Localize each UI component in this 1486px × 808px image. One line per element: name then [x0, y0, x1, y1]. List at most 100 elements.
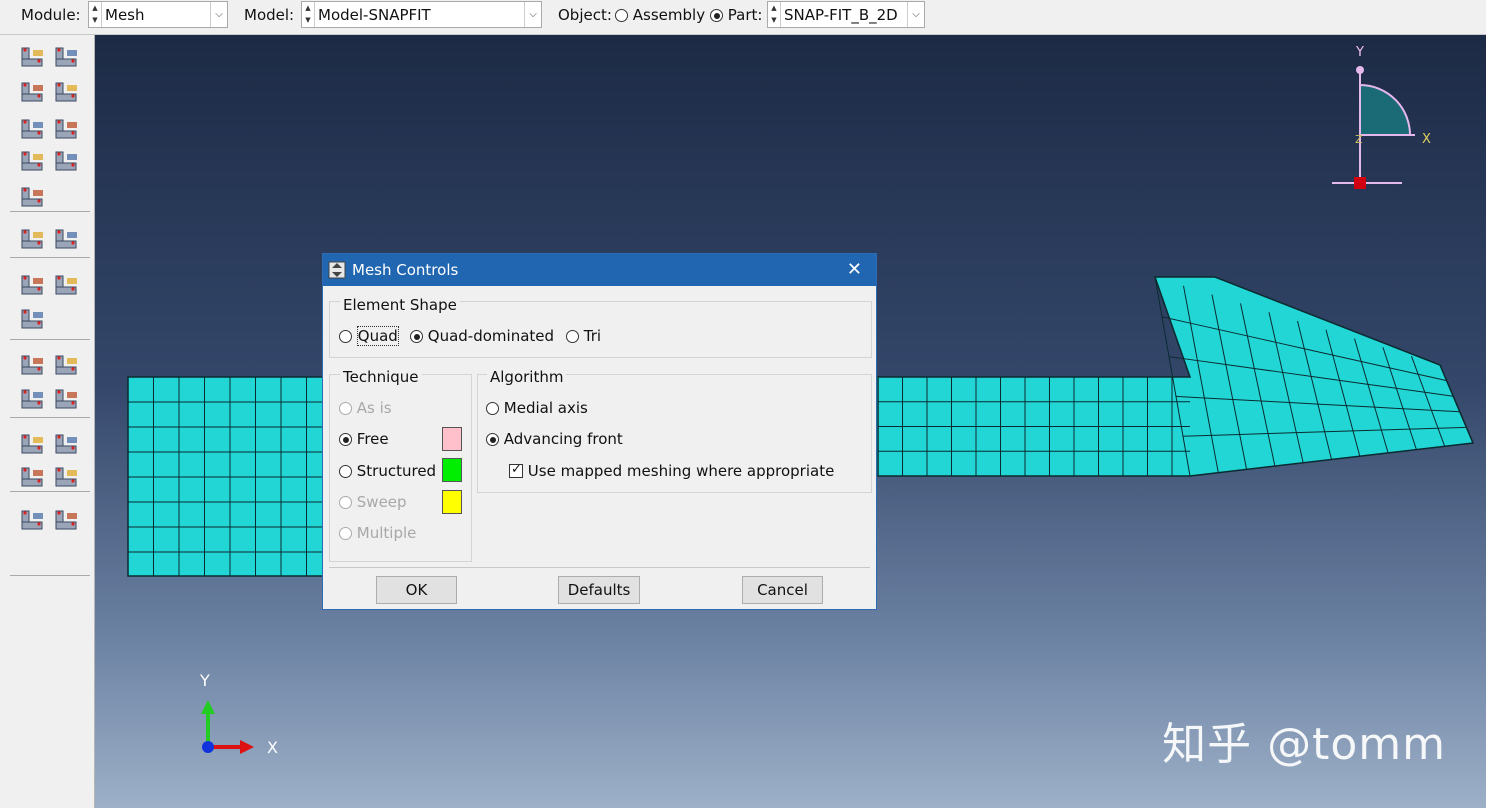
- datum-axis-icon[interactable]: [18, 430, 48, 458]
- partition-cell-icon[interactable]: [18, 385, 48, 413]
- radio-icon[interactable]: [339, 465, 352, 478]
- radio-icon[interactable]: [710, 9, 723, 22]
- module-combo[interactable]: ▲ ▼ Mesh ⌵: [88, 1, 228, 28]
- mesh-toolbox: [0, 35, 95, 808]
- shape-quad-dominated-label: Quad-dominated: [427, 327, 555, 345]
- virtual-topology-icon[interactable]: [18, 463, 48, 491]
- seed-part-icon[interactable]: [18, 43, 48, 71]
- advancing-front-label: Advancing front: [503, 430, 623, 448]
- edit-mesh-icon[interactable]: [18, 305, 48, 333]
- shape-quad-label: Quad: [356, 326, 399, 346]
- element-shape-label: Element Shape: [340, 296, 460, 314]
- seed-edge-icon[interactable]: [52, 43, 82, 71]
- assembly-label: Assembly: [632, 6, 706, 24]
- object-assembly-radio[interactable]: Assembly: [615, 6, 705, 24]
- technique-free-radio[interactable]: Free: [339, 430, 389, 448]
- toolbox-separator: [10, 575, 90, 576]
- shape-tri-label: Tri: [583, 327, 602, 345]
- cancel-button[interactable]: Cancel: [742, 576, 823, 604]
- medial-axis-label: Medial axis: [503, 399, 588, 417]
- query-table-icon[interactable]: [52, 225, 82, 253]
- radio-icon[interactable]: [339, 496, 352, 509]
- spin-icon[interactable]: ▲ ▼: [768, 2, 781, 27]
- model-label: Model:: [244, 6, 295, 24]
- radio-icon[interactable]: [566, 330, 579, 343]
- delete-seeds-icon[interactable]: [18, 271, 48, 299]
- chevron-down-icon[interactable]: ⌵: [524, 2, 541, 27]
- algorithm-medial-axis-radio[interactable]: Medial axis: [486, 399, 588, 417]
- mesh-controls-icon[interactable]: [18, 183, 48, 211]
- module-label: Module:: [21, 6, 81, 24]
- partition-face-icon[interactable]: [52, 351, 82, 379]
- repair-icon[interactable]: [18, 506, 48, 534]
- assign-element-type-icon[interactable]: [18, 115, 48, 143]
- sweep-label: Sweep: [356, 493, 407, 511]
- copy-mesh-icon[interactable]: [18, 225, 48, 253]
- spin-icon[interactable]: ▲ ▼: [302, 2, 315, 27]
- structured-color-swatch: [442, 458, 462, 482]
- toolbox-separator: [10, 339, 90, 340]
- verify-mesh-icon[interactable]: [52, 115, 82, 143]
- shape-quad-radio[interactable]: Quad: [339, 326, 399, 346]
- global-triad-y-label: Y: [199, 671, 210, 690]
- multiple-label: Multiple: [356, 524, 417, 542]
- global-triad: Y X: [199, 671, 278, 757]
- radio-icon[interactable]: [339, 330, 352, 343]
- part-combo[interactable]: ▲ ▼ SNAP-FIT_B_2D ⌵: [767, 1, 925, 28]
- radio-icon[interactable]: [410, 330, 423, 343]
- part-label: Part:: [727, 6, 763, 24]
- part-value: SNAP-FIT_B_2D: [784, 6, 898, 24]
- technique-label: Technique: [340, 368, 422, 386]
- datum-point-icon[interactable]: [52, 385, 82, 413]
- technique-multiple-radio[interactable]: Multiple: [339, 524, 416, 542]
- chevron-down-icon[interactable]: ⌵: [210, 2, 227, 27]
- triad-y-label: Y: [1355, 45, 1364, 60]
- object-part-radio[interactable]: Part:: [710, 6, 762, 24]
- free-color-swatch: [442, 427, 462, 451]
- dialog-title: Mesh Controls: [352, 261, 459, 279]
- triad-x-label: X: [1422, 132, 1431, 147]
- watermark: 知乎 @tomm: [1162, 719, 1446, 770]
- chevron-down-icon[interactable]: ⌵: [907, 2, 924, 27]
- technique-structured-radio[interactable]: Structured: [339, 462, 436, 480]
- spin-icon[interactable]: ▲ ▼: [89, 2, 102, 27]
- mesh-part-icon[interactable]: [18, 78, 48, 106]
- technique-sweep-radio[interactable]: Sweep: [339, 493, 407, 511]
- dialog-titlebar[interactable]: Mesh Controls ✕: [323, 254, 876, 286]
- close-icon[interactable]: ✕: [847, 259, 862, 280]
- partition-select-icon[interactable]: [18, 351, 48, 379]
- radio-icon[interactable]: [339, 402, 352, 415]
- delete-mesh-icon[interactable]: [52, 271, 82, 299]
- check-mesh-icon[interactable]: [52, 147, 82, 175]
- algorithm-label: Algorithm: [487, 368, 567, 386]
- mapped-meshing-checkbox[interactable]: Use mapped meshing where appropriate: [509, 462, 834, 480]
- global-triad-x-label: X: [267, 738, 278, 757]
- checkbox-icon[interactable]: [509, 462, 523, 478]
- radio-icon[interactable]: [339, 527, 352, 540]
- triad-z-label: Z: [1355, 133, 1363, 146]
- mesh-region-icon[interactable]: [52, 78, 82, 106]
- context-bar: Module: ▲ ▼ Mesh ⌵ Model: ▲ ▼ Model-SNAPFI…: [0, 0, 1486, 35]
- view-triad: Y X Z: [1332, 45, 1431, 189]
- radio-icon[interactable]: [615, 9, 628, 22]
- technique-as-is-radio[interactable]: As is: [339, 399, 392, 417]
- datum-plane-icon[interactable]: [52, 430, 82, 458]
- radio-icon[interactable]: [486, 433, 499, 446]
- toolbox-separator: [10, 211, 90, 212]
- defaults-button[interactable]: Defaults: [558, 576, 640, 604]
- algorithm-advancing-front-radio[interactable]: Advancing front: [486, 430, 623, 448]
- radio-icon[interactable]: [339, 433, 352, 446]
- toolbox-separator: [10, 491, 90, 492]
- toolbox-separator: [10, 417, 90, 418]
- ok-button[interactable]: OK: [376, 576, 457, 604]
- model-combo[interactable]: ▲ ▼ Model-SNAPFIT ⌵: [301, 1, 542, 28]
- ignore-entities-icon[interactable]: [52, 463, 82, 491]
- radio-icon[interactable]: [486, 402, 499, 415]
- shape-tri-radio[interactable]: Tri: [566, 327, 601, 345]
- settings-tools-icon[interactable]: [52, 506, 82, 534]
- model-value: Model-SNAPFIT: [318, 6, 431, 24]
- element-type-s4r-icon[interactable]: [18, 147, 48, 175]
- mapped-meshing-label: Use mapped meshing where appropriate: [527, 462, 835, 480]
- as-is-label: As is: [356, 399, 392, 417]
- shape-quad-dominated-radio[interactable]: Quad-dominated: [410, 327, 554, 345]
